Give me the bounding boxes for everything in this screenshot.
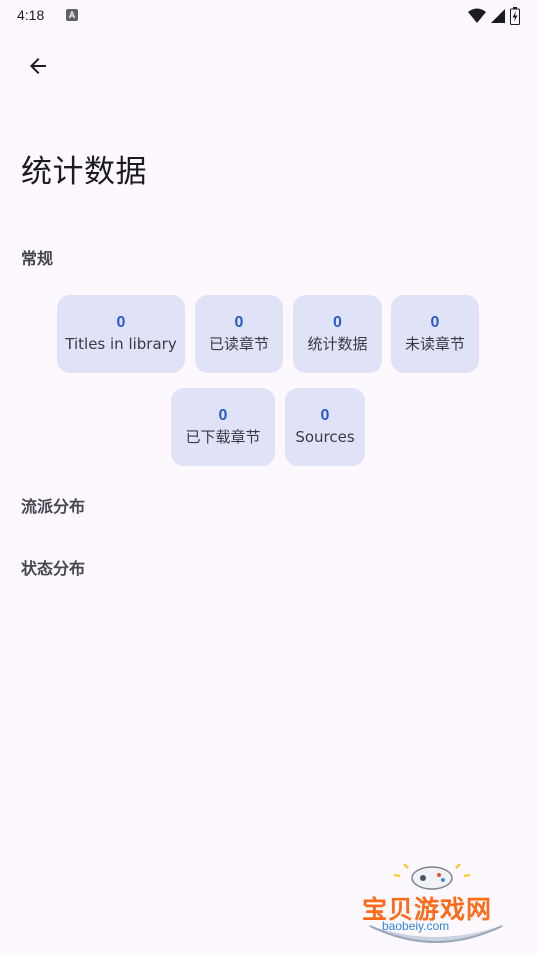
stat-card-downloaded-chapters: 0 已下载章节 (171, 388, 275, 466)
stat-label: 未读章节 (404, 335, 465, 353)
watermark-logo: 宝贝游戏网 baobeiy.com (356, 862, 516, 948)
section-genre-distribution-header: 流派分布 (21, 497, 86, 516)
battery-icon (510, 7, 520, 25)
page-title: 统计数据 (21, 154, 147, 190)
back-button[interactable] (18, 46, 58, 86)
stat-value: 0 (234, 314, 244, 331)
status-icons (468, 7, 520, 25)
stat-card-unread-chapters: 0 未读章节 (391, 295, 479, 373)
stat-card-sources: 0 Sources (285, 388, 365, 466)
stat-value: 0 (333, 314, 342, 331)
stat-card-read-chapters: 0 已读章节 (195, 295, 283, 373)
stat-label: Sources (295, 428, 355, 446)
stat-value: 0 (218, 407, 228, 424)
stat-label: 统计数据 (307, 335, 368, 353)
watermark-url: baobeiy.com (382, 919, 450, 933)
stat-value: 0 (116, 314, 126, 331)
arrow-back-icon (30, 58, 46, 74)
stat-value: 0 (430, 314, 440, 331)
stat-card-titles-in-library: 0 Titles in library (57, 295, 185, 373)
stat-card-statistics: 0 统计数据 (293, 295, 382, 373)
status-time: 4:18 (17, 7, 45, 23)
signal-icon (491, 9, 505, 23)
stat-value: 0 (320, 407, 330, 424)
section-general-header: 常规 (21, 249, 54, 268)
stat-label: 已下载章节 (185, 428, 261, 446)
notification-icon: A (66, 9, 78, 21)
section-status-distribution-header: 状态分布 (21, 559, 86, 578)
status-bar: 4:18 A (0, 0, 537, 32)
stat-label: 已读章节 (208, 335, 269, 353)
stat-label: Titles in library (65, 335, 177, 353)
wifi-icon (468, 8, 486, 23)
